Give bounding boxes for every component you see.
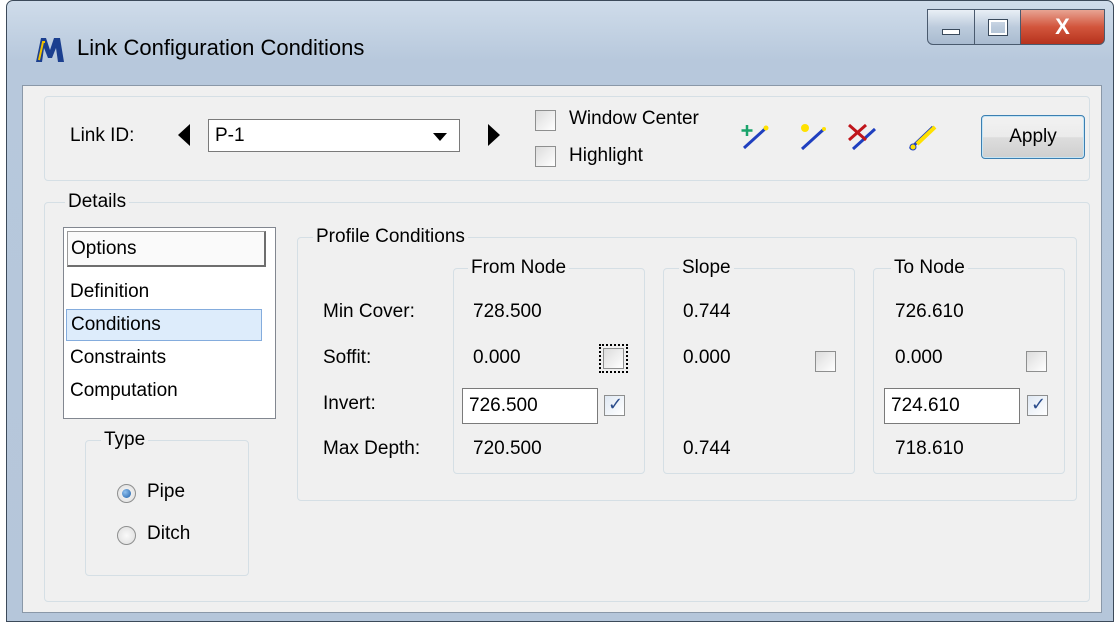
profile-conditions-label: Profile Conditions — [313, 226, 468, 248]
from-node-soffit-checkbox[interactable] — [599, 344, 628, 373]
to-node-label: To Node — [891, 257, 968, 279]
from-node-min-cover: 728.500 — [473, 301, 542, 322]
slope-soffit-checkbox[interactable] — [815, 351, 836, 372]
pipe-label: Pipe — [147, 481, 186, 502]
row-label-invert: Invert: — [323, 393, 376, 414]
window-title: Link Configuration Conditions — [77, 35, 365, 60]
highlight-label: Highlight — [569, 145, 643, 166]
apply-button-label: Apply — [1009, 126, 1057, 147]
delete-link-icon[interactable] — [846, 120, 880, 154]
list-item-computation[interactable]: Computation — [66, 375, 262, 407]
from-node-invert-input[interactable]: 726.500 — [462, 388, 598, 424]
title-bar[interactable]: Link Configuration Conditions X — [7, 1, 1113, 85]
from-node-label: From Node — [468, 257, 570, 279]
highlight-checkbox[interactable] — [535, 146, 556, 167]
close-button[interactable]: X — [1021, 9, 1105, 45]
maximize-icon — [987, 18, 1008, 36]
link-id-value: P-1 — [215, 125, 245, 146]
dialog-client-area: Link ID: P-1 Window Center Highlight App… — [22, 85, 1102, 613]
add-link-icon[interactable] — [739, 120, 773, 154]
to-node-min-cover: 726.610 — [895, 301, 964, 322]
ditch-radio[interactable] — [117, 526, 136, 545]
row-label-max-depth: Max Depth: — [323, 438, 421, 459]
maximize-button[interactable] — [975, 9, 1021, 45]
to-node-soffit: 0.000 — [895, 347, 943, 368]
to-node-soffit-checkbox[interactable] — [1026, 351, 1047, 372]
window-center-checkbox[interactable] — [535, 110, 556, 131]
list-item-constraints[interactable]: Constraints — [66, 342, 262, 374]
to-node-invert-input[interactable]: 724.610 — [884, 388, 1020, 424]
slope-soffit: 0.000 — [683, 347, 731, 368]
from-node-invert-checkbox[interactable]: ✓ — [604, 394, 625, 416]
type-label: Type — [101, 429, 149, 451]
edit-link-icon[interactable] — [905, 120, 939, 154]
chevron-down-icon — [433, 133, 447, 141]
slope-max-depth: 0.744 — [683, 438, 731, 459]
checkmark-icon: ✓ — [608, 394, 624, 414]
pipe-radio[interactable] — [117, 484, 136, 503]
link-id-dropdown[interactable]: P-1 — [208, 119, 460, 152]
minimize-button[interactable] — [927, 9, 975, 45]
to-node-invert-checkbox[interactable]: ✓ — [1027, 394, 1048, 416]
details-label: Details — [65, 191, 130, 213]
next-link-arrow-icon[interactable] — [488, 124, 500, 146]
previous-link-arrow-icon[interactable] — [178, 124, 190, 146]
options-listbox[interactable]: Options Definition Conditions Constraint… — [63, 227, 276, 419]
row-label-soffit: Soffit: — [323, 347, 372, 368]
type-frame — [85, 440, 249, 576]
slope-label: Slope — [679, 257, 734, 279]
checkmark-icon: ✓ — [1031, 394, 1047, 414]
dialog-window: Link Configuration Conditions X Link ID:… — [6, 0, 1114, 622]
from-node-soffit: 0.000 — [473, 347, 521, 368]
options-header[interactable]: Options — [67, 231, 266, 267]
from-node-max-depth: 720.500 — [473, 438, 542, 459]
app-logo-icon — [36, 38, 64, 62]
select-link-icon[interactable] — [797, 120, 831, 154]
minimize-icon — [942, 29, 960, 35]
row-label-min-cover: Min Cover: — [323, 301, 415, 322]
apply-button[interactable]: Apply — [981, 115, 1085, 159]
close-icon: X — [1055, 14, 1070, 39]
list-item-conditions[interactable]: Conditions — [66, 309, 262, 341]
link-id-label: Link ID: — [70, 125, 135, 146]
to-node-max-depth: 718.610 — [895, 438, 964, 459]
slope-min-cover: 0.744 — [683, 301, 731, 322]
list-item-definition[interactable]: Definition — [66, 276, 262, 308]
window-controls: X — [927, 9, 1105, 45]
window-center-label: Window Center — [569, 108, 699, 129]
ditch-label: Ditch — [147, 523, 191, 544]
